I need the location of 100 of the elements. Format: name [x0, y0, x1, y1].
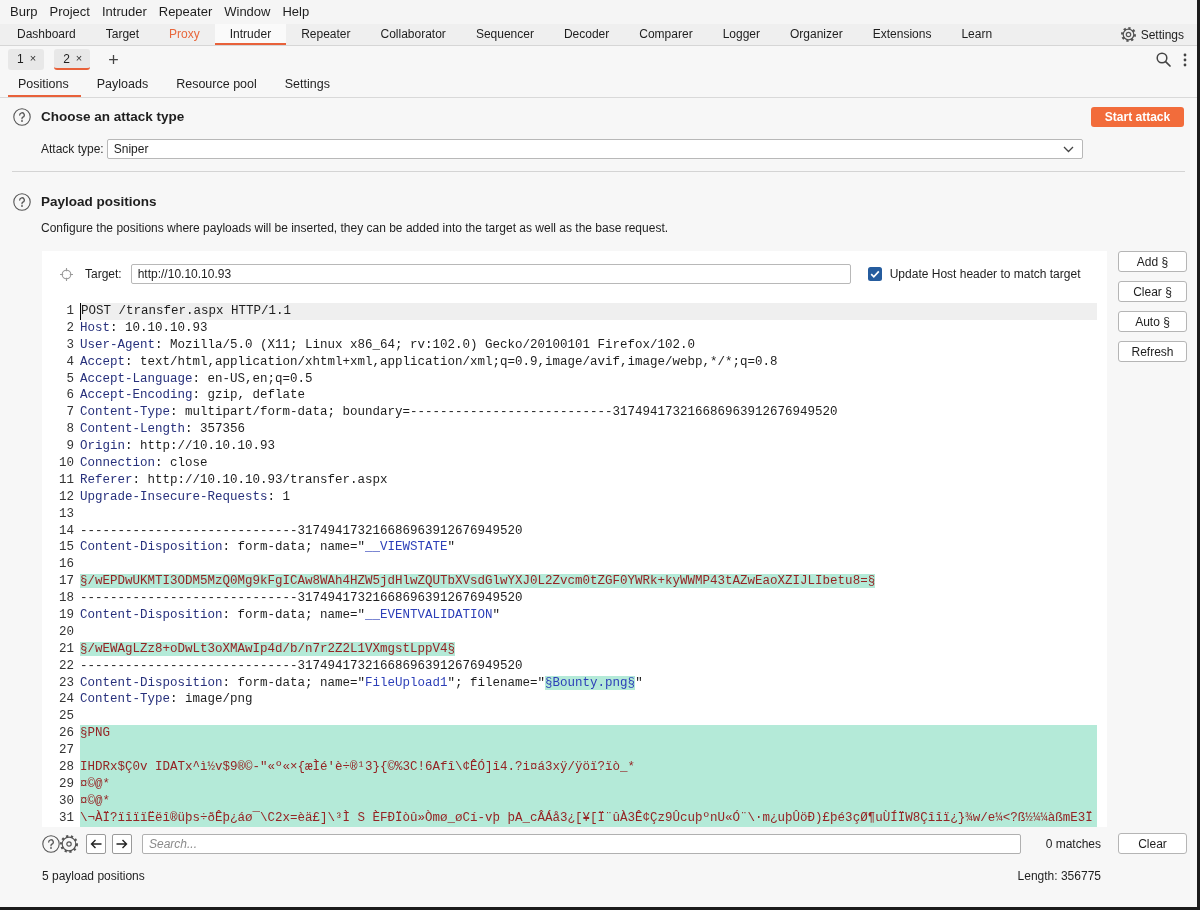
more-icon[interactable] — [1183, 52, 1187, 67]
tab[interactable]: Payloads — [86, 73, 161, 97]
settings-button[interactable]: Settings — [1112, 24, 1197, 45]
tab[interactable]: Repeater — [286, 24, 366, 45]
line-number: 30 — [58, 792, 74, 810]
line-number: 17 — [58, 573, 74, 591]
section-title: Choose an attack type — [41, 107, 185, 126]
line-number: 16 — [58, 556, 74, 574]
line-number: 14 — [58, 522, 74, 540]
line-number: 28 — [58, 759, 74, 776]
checkbox-label: Update Host header to match target — [889, 266, 1081, 283]
search-icon[interactable] — [1156, 52, 1171, 67]
line-number: 13 — [58, 505, 74, 523]
field-label: Attack type: — [41, 141, 104, 158]
code-line: Content-Disposition: form-data; name="__EVENTVALIDATION" — [80, 607, 501, 624]
code-line: Accept-Language: en-US,en;q=0.5 — [80, 370, 313, 388]
code-line: Content-Type: multipart/form-data; boundary=---------------------------317494173216686963912676949520 — [80, 404, 838, 422]
match-count: 0 matches — [1045, 835, 1101, 853]
code-line: -----------------------------317494173216686963912676949520 — [80, 657, 523, 675]
tab[interactable]: Intruder — [214, 24, 287, 45]
field-label: Target: — [85, 266, 122, 283]
line-number: 19 — [58, 607, 74, 624]
menu-item[interactable]: Project — [43, 2, 96, 22]
line-number: 11 — [58, 471, 74, 489]
line-number: 31 — [58, 809, 74, 827]
attack-type-select[interactable]: Sniper — [106, 139, 1083, 159]
help-icon[interactable] — [42, 834, 60, 853]
line-number: 2 — [65, 319, 74, 337]
clear-button[interactable]: Clear — [1118, 833, 1187, 854]
editor-button[interactable]: Auto § — [1118, 311, 1187, 332]
gear-icon[interactable] — [60, 834, 78, 853]
line-number: 9 — [65, 438, 74, 455]
close-button[interactable]: × — [29, 53, 37, 64]
line-number: 21 — [58, 640, 74, 658]
tab[interactable]: Settings — [274, 73, 342, 97]
line-number: 12 — [58, 488, 74, 506]
line-number: 5 — [65, 370, 74, 388]
line-number: 26 — [58, 725, 74, 743]
tab[interactable]: Decoder — [548, 24, 625, 45]
tab[interactable]: Organizer — [775, 24, 858, 45]
menu-item[interactable]: Window — [218, 2, 277, 22]
crosshair-icon — [60, 267, 73, 281]
tab[interactable]: Sequencer — [460, 24, 549, 45]
tab[interactable]: Extensions — [857, 24, 947, 45]
tab[interactable]: 2 × — [54, 49, 91, 70]
line-number: 27 — [58, 742, 74, 760]
add-tab-button[interactable]: + — [104, 50, 123, 69]
line-number: 15 — [58, 539, 74, 557]
chevron-down-icon — [1062, 145, 1074, 153]
line-number: 23 — [58, 674, 74, 692]
checkbox[interactable] — [867, 267, 882, 281]
code-line: Content-Disposition: form-data; name="__VIEWSTATE" — [80, 539, 456, 557]
code-line: Content-Type: image/png — [80, 691, 253, 709]
code-line: Content-Disposition: form-data; name="FileUpload1"; filename="§Bounty.png§" — [80, 674, 643, 692]
search-field[interactable]: Search... — [142, 833, 1021, 854]
code-line: Referer: http://10.10.10.93/transfer.aspx — [80, 471, 388, 489]
forward-button[interactable] — [112, 833, 132, 854]
help-icon[interactable] — [13, 193, 31, 211]
gear-icon[interactable] — [1120, 27, 1136, 42]
code-line: Accept: text/html,application/xhtml+xml,application/xml;q=0.9,image/avif,image/webp,*/*;q=0.8 — [80, 353, 778, 371]
line-number: 18 — [58, 590, 74, 608]
code-line: Origin: http://10.10.10.93 — [80, 438, 276, 455]
line-number: 8 — [65, 421, 74, 439]
menu-item[interactable]: Help — [276, 2, 316, 22]
arrow-right-icon — [116, 838, 128, 849]
tab[interactable]: Dashboard — [2, 24, 91, 45]
code-line: -----------------------------317494173216686963912676949520 — [80, 522, 523, 540]
tab[interactable]: Collaborator — [365, 24, 461, 45]
line-number: 1 — [65, 303, 74, 320]
line-number: 25 — [58, 708, 74, 726]
line-number: 4 — [65, 353, 74, 371]
code-line: Content-Length: 357356 — [80, 421, 246, 439]
line-number: 29 — [58, 775, 74, 793]
code-line: Upgrade-Insecure-Requests: 1 — [80, 488, 291, 506]
close-button[interactable]: × — [75, 53, 83, 64]
tab[interactable]: 1 × — [8, 49, 45, 70]
line-number: 3 — [65, 336, 74, 354]
editor-button[interactable]: Refresh — [1118, 341, 1187, 362]
tab[interactable]: Positions — [8, 73, 81, 97]
help-icon[interactable] — [13, 108, 31, 126]
code-line: Host: 10.10.10.93 — [80, 319, 208, 337]
editor-button[interactable]: Add § — [1118, 251, 1187, 272]
tab[interactable]: Target — [90, 24, 155, 45]
status-text: 5 payload positions — [42, 868, 145, 885]
code-line: Connection: close — [80, 455, 208, 472]
tab[interactable]: Learn — [946, 24, 1008, 45]
section-title: Payload positions — [41, 192, 157, 211]
back-button[interactable] — [86, 833, 106, 854]
line-number: 24 — [58, 691, 74, 709]
code-line: -----------------------------317494173216686963912676949520 — [80, 590, 523, 608]
tab[interactable]: Logger — [707, 24, 775, 45]
tab[interactable]: Resource pool — [166, 73, 269, 97]
menu-item[interactable]: Intruder — [95, 2, 153, 22]
menu-item[interactable]: Burp — [4, 2, 44, 22]
menu-item[interactable]: Repeater — [152, 2, 219, 22]
line-number: 6 — [65, 387, 74, 405]
editor-button[interactable]: Clear § — [1118, 281, 1187, 302]
target-field[interactable]: http://10.10.10.93 — [130, 264, 851, 284]
line-number: 10 — [58, 455, 74, 472]
tab[interactable]: Comparer — [624, 24, 708, 45]
